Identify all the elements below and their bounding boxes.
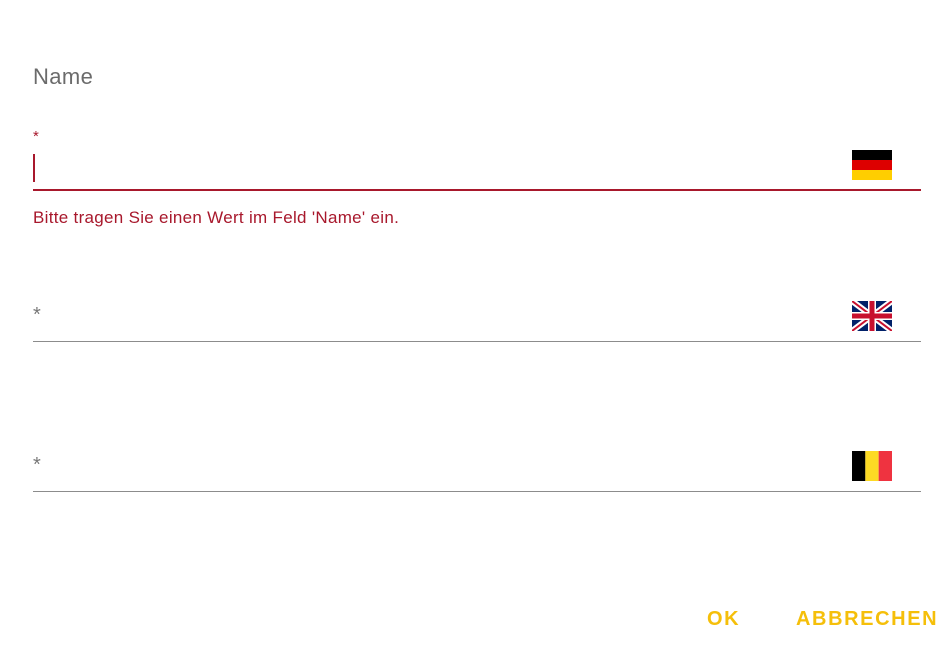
flag-belgium-icon <box>852 451 892 481</box>
name-field-german[interactable]: * <box>33 128 921 192</box>
dialog-title: Name <box>33 64 94 89</box>
name-dialog: Name * Bitte tragen Sie einen Wert im Fe… <box>0 0 952 659</box>
flag-uk-icon <box>852 301 892 331</box>
text-caret <box>33 154 35 182</box>
flag-germany-icon <box>852 150 892 180</box>
cancel-button[interactable]: ABBRECHEN <box>796 608 938 631</box>
input-underline <box>33 341 921 342</box>
name-input-english[interactable] <box>37 304 851 332</box>
ok-button[interactable]: OK <box>707 608 740 631</box>
name-input-german[interactable] <box>37 154 851 182</box>
validation-error-message: Bitte tragen Sie einen Wert im Feld 'Nam… <box>33 208 400 227</box>
name-input-belgian[interactable] <box>37 454 851 482</box>
name-field-belgian[interactable]: * <box>33 446 921 494</box>
name-field-english[interactable]: * <box>33 296 921 344</box>
input-underline <box>33 491 921 492</box>
input-underline <box>33 189 921 191</box>
required-marker: * <box>33 128 39 145</box>
